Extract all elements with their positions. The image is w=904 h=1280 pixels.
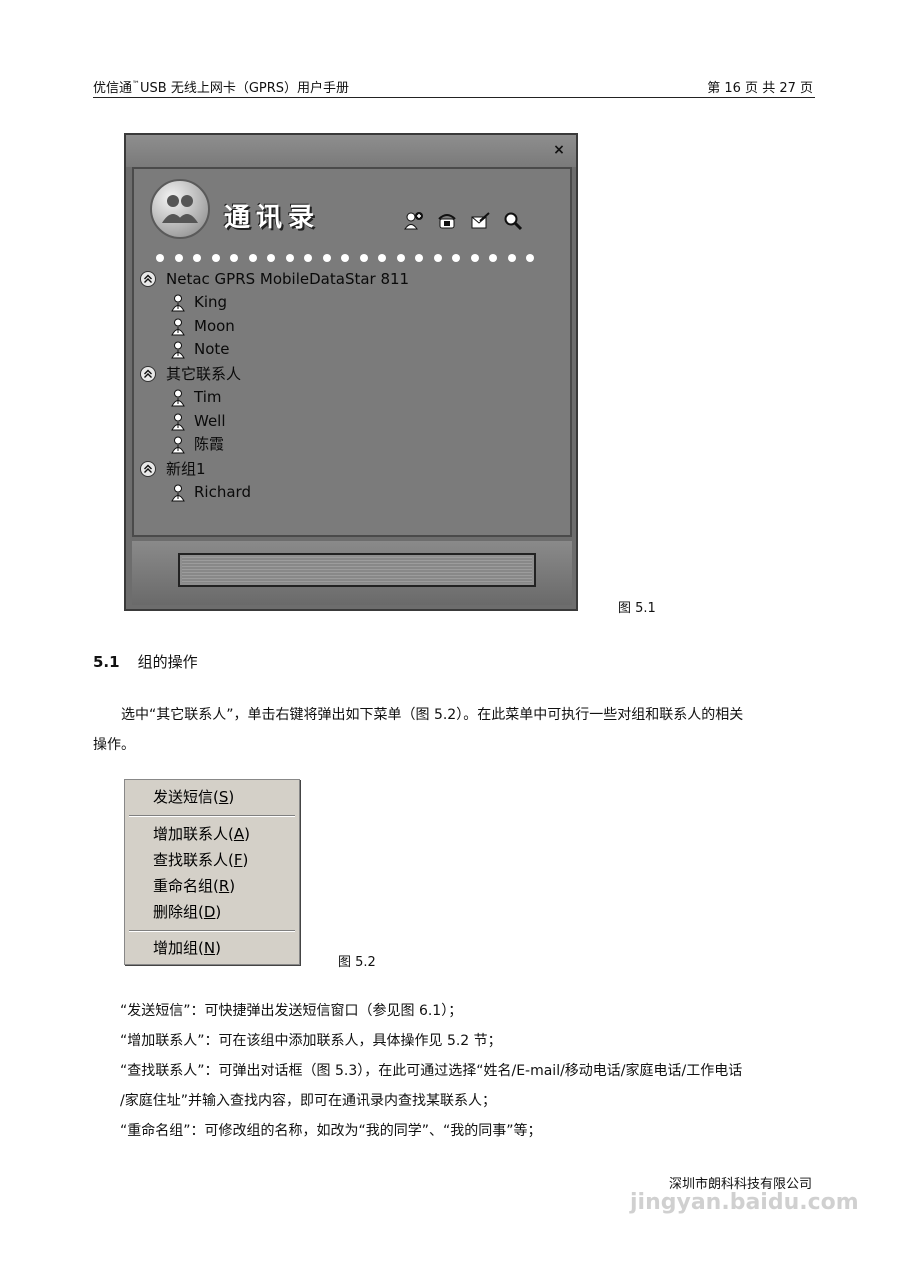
contact-row[interactable]: Well bbox=[138, 410, 568, 434]
description-line: “重命名组”：可修改组的名称，如改为“我的同学”、“我的同事”等； bbox=[120, 1123, 542, 1139]
header-doc-subtitle: USB 无线上网卡（GPRS）用户手册 bbox=[140, 81, 350, 96]
menu-item-send-sms[interactable]: 发送短信(S) bbox=[153, 786, 234, 808]
send-message-icon[interactable] bbox=[470, 211, 490, 231]
contact-row[interactable]: Moon bbox=[138, 315, 568, 339]
contacts-logo-icon bbox=[150, 179, 210, 239]
close-icon[interactable]: × bbox=[552, 143, 566, 157]
window-footer bbox=[132, 541, 572, 605]
menu-separator bbox=[129, 930, 295, 932]
figure-caption: 图 5.1 bbox=[618, 601, 656, 616]
contact-row[interactable]: Richard bbox=[138, 481, 568, 505]
address-book-window: × 通讯录 Netac GPRS MobileDataStar 811 King… bbox=[124, 133, 578, 611]
group-name: 其它联系人 bbox=[166, 365, 242, 384]
contact-row[interactable]: Note bbox=[138, 338, 568, 362]
watermark: jingyan.baidu.com bbox=[630, 1190, 859, 1215]
section-heading: 5.1 组的操作 bbox=[93, 651, 198, 672]
group-row[interactable]: Netac GPRS MobileDataStar 811 bbox=[138, 267, 568, 291]
group-name: 新组1 bbox=[166, 460, 206, 479]
section-number: 5.1 bbox=[93, 653, 120, 671]
trademark-mark: ™ bbox=[132, 79, 141, 89]
contact-name: Moon bbox=[194, 316, 235, 335]
contact-tree: Netac GPRS MobileDataStar 811 King Moon … bbox=[138, 267, 568, 505]
context-menu: 发送短信(S) 增加联系人(A) 查找联系人(F) 重命名组(R) 删除组(D)… bbox=[124, 779, 300, 965]
input-bar[interactable] bbox=[178, 553, 536, 587]
contact-name: Well bbox=[194, 411, 226, 430]
menu-item-find-contact[interactable]: 查找联系人(F) bbox=[153, 849, 248, 871]
person-icon bbox=[171, 341, 185, 359]
contact-name: Note bbox=[194, 340, 230, 359]
header-page-number: 第 16 页 共 27 页 bbox=[707, 81, 813, 96]
address-book-panel: 通讯录 Netac GPRS MobileDataStar 811 King M… bbox=[132, 167, 572, 537]
group-row[interactable]: 其它联系人 bbox=[138, 362, 568, 386]
menu-item-add-group[interactable]: 增加组(N) bbox=[153, 937, 221, 959]
address-book-title: 通讯录 bbox=[224, 203, 321, 233]
search-icon[interactable] bbox=[503, 211, 523, 231]
window-titlebar: × bbox=[126, 135, 576, 167]
person-icon bbox=[171, 294, 185, 312]
menu-item-rename-group[interactable]: 重命名组(R) bbox=[153, 875, 235, 897]
description-line: “增加联系人”：可在该组中添加联系人，具体操作见 5.2 节； bbox=[120, 1033, 502, 1049]
menu-separator bbox=[129, 815, 295, 817]
toolbar bbox=[404, 211, 531, 235]
person-icon bbox=[171, 389, 185, 407]
description-line: /家庭住址”并输入查找内容，即可在通讯录内查找某联系人； bbox=[120, 1093, 496, 1109]
person-icon bbox=[171, 436, 185, 454]
paragraph-line: 操作。 bbox=[93, 737, 135, 753]
description-line: “查找联系人”：可弹出对话框（图 5.3），在此可通过选择“姓名/E-mail/… bbox=[120, 1063, 743, 1079]
add-contact-icon[interactable] bbox=[404, 211, 424, 231]
header-doc-title: 优信通™USB 无线上网卡（GPRS）用户手册 bbox=[93, 77, 349, 96]
contact-row[interactable]: 陈霞 bbox=[138, 433, 568, 457]
menu-item-delete-group[interactable]: 删除组(D) bbox=[153, 901, 221, 923]
person-icon bbox=[171, 484, 185, 502]
collapse-chevron-icon[interactable] bbox=[140, 271, 156, 287]
header-brand: 优信通 bbox=[93, 81, 133, 96]
paragraph-line: 选中“其它联系人”，单击右键将弹出如下菜单（图 5.2）。在此菜单中可执行一些对… bbox=[121, 707, 744, 723]
person-icon bbox=[171, 318, 185, 336]
contact-name: King bbox=[194, 293, 228, 311]
contact-row[interactable]: King bbox=[138, 291, 568, 315]
menu-item-add-contact[interactable]: 增加联系人(A) bbox=[153, 823, 250, 845]
description-line: “发送短信”：可快捷弹出发送短信窗口（参见图 6.1）； bbox=[120, 1003, 463, 1019]
page-header: 优信通™USB 无线上网卡（GPRS）用户手册 第 16 页 共 27 页 bbox=[93, 76, 815, 98]
contact-name: Richard bbox=[194, 483, 251, 502]
figure-caption: 图 5.2 bbox=[338, 955, 376, 970]
collapse-chevron-icon[interactable] bbox=[140, 366, 156, 383]
dot-divider bbox=[156, 247, 556, 262]
contact-name: Tim bbox=[194, 388, 222, 407]
contact-row[interactable]: Tim bbox=[138, 386, 568, 410]
collapse-chevron-icon[interactable] bbox=[140, 461, 156, 478]
group-row[interactable]: 新组1 bbox=[138, 457, 568, 481]
person-icon bbox=[171, 413, 185, 431]
phone-icon[interactable] bbox=[437, 211, 457, 231]
group-name: Netac GPRS MobileDataStar 811 bbox=[166, 270, 410, 288]
section-title: 组的操作 bbox=[137, 653, 198, 671]
contact-name: 陈霞 bbox=[194, 435, 225, 454]
